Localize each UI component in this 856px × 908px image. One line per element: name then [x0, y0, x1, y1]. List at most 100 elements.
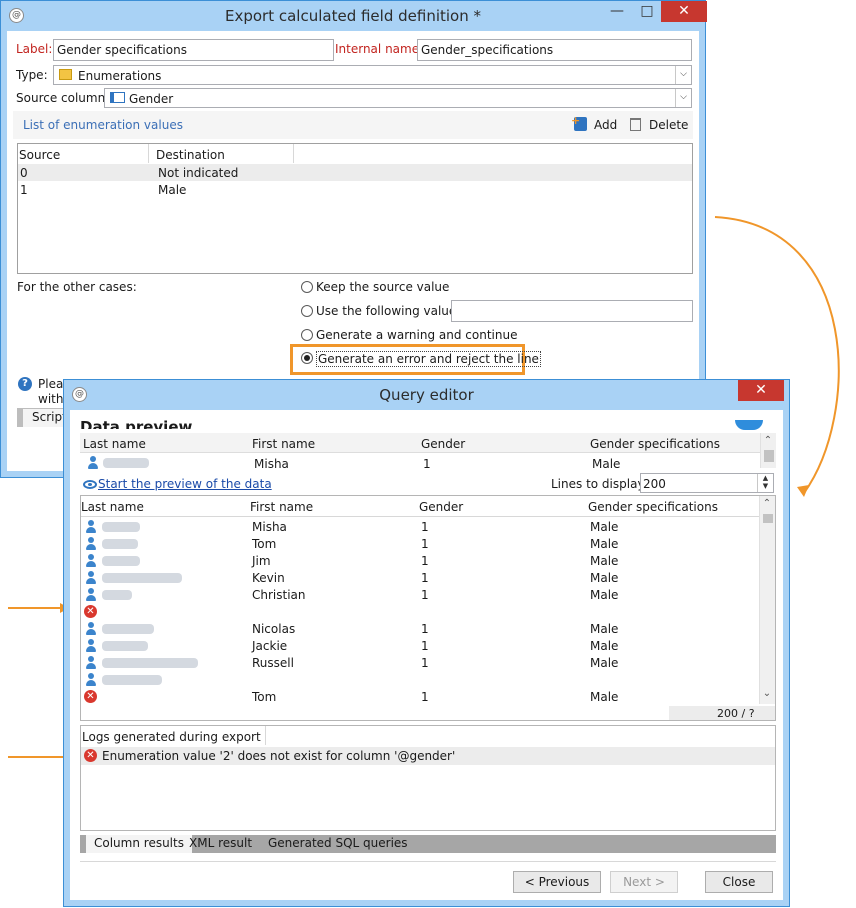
user-icon — [85, 554, 97, 568]
table-row[interactable]: Jackie 1 Male — [81, 637, 759, 654]
gender-spec-cell: Male — [590, 571, 619, 585]
source-column-value: Gender — [129, 92, 174, 106]
spinner-icon[interactable]: ▲ ▼ — [757, 474, 773, 492]
delete-button[interactable]: Delete — [629, 117, 689, 135]
query-title-bar[interactable]: @ Query editor ✕ — [64, 380, 789, 410]
col-gender-spec[interactable]: Gender specifications — [588, 500, 718, 514]
first-name-cell: Kevin — [252, 571, 285, 585]
close-icon[interactable]: ✕ — [738, 380, 784, 401]
footer-divider — [80, 861, 776, 862]
log-row[interactable]: ✕ Enumeration value '2' does not exist f… — [81, 747, 775, 765]
user-icon — [85, 656, 97, 670]
query-client-area: Data preview Last name First name Gender… — [70, 410, 783, 900]
enum-col-source[interactable]: Source — [19, 148, 60, 162]
table-row[interactable]: 1 Male — [18, 181, 692, 198]
table-row[interactable]: Tom 1 Male — [81, 535, 759, 552]
start-preview-link[interactable]: Start the preview of the data — [98, 477, 272, 491]
top-scrollbar[interactable]: ⌃ — [760, 433, 776, 468]
previous-button[interactable]: < Previous — [513, 871, 601, 893]
error-icon: ✕ — [84, 605, 97, 618]
radio-use-value[interactable] — [301, 305, 313, 317]
results-scrollbar[interactable]: ⌃ ⌄ — [759, 496, 775, 704]
gender-spec-cell: Male — [590, 622, 619, 636]
table-row[interactable]: Nicolas 1 Male — [81, 620, 759, 637]
user-icon — [85, 673, 97, 687]
trash-icon — [630, 118, 641, 131]
type-dropdown[interactable]: Enumerations ⌵ — [53, 65, 692, 85]
blurred-last-name — [102, 556, 140, 566]
info-text-line2: with — [38, 392, 64, 406]
blurred-last-name — [102, 522, 140, 532]
error-row-pointer-arrow — [8, 603, 69, 613]
gender-spec-cell: Male — [590, 520, 619, 534]
data-preview-heading: Data preview — [80, 418, 193, 429]
blurred-last-name — [102, 675, 162, 685]
source-column-dropdown[interactable]: Gender ⌵ — [104, 88, 692, 108]
logs-panel: Logs generated during export ✕ Enumerati… — [80, 725, 776, 831]
table-row[interactable]: ✕ — [81, 603, 759, 620]
maximize-icon[interactable]: □ — [633, 1, 661, 22]
gender-spec-cell: Male — [590, 554, 619, 568]
chevron-down-icon[interactable]: ⌵ — [675, 89, 691, 107]
scroll-up-icon[interactable]: ⌃ — [761, 435, 775, 446]
table-row[interactable]: Jim 1 Male — [81, 552, 759, 569]
col-gender[interactable]: Gender — [419, 500, 463, 514]
table-row[interactable]: Russell 1 Male — [81, 654, 759, 671]
tab-generated-sql[interactable]: Generated SQL queries — [260, 835, 416, 853]
blurred-last-name — [103, 458, 149, 468]
label-caption: Label: — [16, 42, 53, 56]
scroll-thumb[interactable] — [763, 514, 773, 523]
table-row[interactable]: Misha 1 Male — [81, 518, 759, 535]
type-caption: Type: — [16, 68, 48, 82]
table-row[interactable] — [81, 671, 759, 688]
table-row[interactable]: Kevin 1 Male — [81, 569, 759, 586]
lines-to-display-input[interactable]: 200 ▲ ▼ — [640, 473, 774, 493]
type-value: Enumerations — [78, 69, 162, 83]
scroll-up-icon[interactable]: ⌃ — [760, 498, 774, 509]
radio-keep-source[interactable] — [301, 281, 313, 293]
radio-warning[interactable] — [301, 329, 313, 341]
user-icon — [87, 456, 99, 470]
top-col-gender-spec[interactable]: Gender specifications — [590, 437, 720, 451]
chevron-down-icon[interactable]: ⌵ — [675, 66, 691, 84]
gender-spec-cell: Male — [590, 656, 619, 670]
top-col-first-name[interactable]: First name — [252, 437, 315, 451]
query-editor-window: @ Query editor ✕ Data preview Last name … — [63, 379, 790, 907]
close-button[interactable]: Close — [705, 871, 773, 893]
minimize-icon[interactable]: — — [603, 1, 631, 22]
user-icon — [85, 520, 97, 534]
next-button[interactable]: Next > — [610, 871, 678, 893]
first-name-cell: Christian — [252, 588, 306, 602]
enumeration-icon — [59, 69, 72, 80]
tab-xml-result[interactable]: XML result — [181, 835, 260, 853]
blurred-last-name — [102, 624, 154, 634]
col-last-name[interactable]: Last name — [81, 500, 144, 514]
top-col-last-name[interactable]: Last name — [83, 437, 146, 451]
log-message: Enumeration value '2' does not exist for… — [102, 749, 456, 763]
gender-spec-cell: Male — [590, 537, 619, 551]
enum-col-destination[interactable]: Destination — [156, 148, 225, 162]
table-row[interactable]: 0 Not indicated — [18, 164, 692, 181]
radio-error-reject-label: Generate an error and reject the line — [316, 351, 541, 367]
enum-table[interactable]: Source Destination 0 Not indicated 1 Mal… — [17, 143, 693, 274]
top-col-gender[interactable]: Gender — [421, 437, 465, 451]
radio-error-reject[interactable] — [301, 352, 313, 364]
internal-name-caption: Internal name: — [335, 42, 424, 56]
internal-name-input[interactable]: Gender_specifications — [417, 39, 692, 61]
following-value-input[interactable] — [451, 300, 693, 322]
scroll-down-icon[interactable]: ⌄ — [760, 688, 774, 699]
collapse-icon[interactable] — [735, 420, 763, 430]
enum-source-cell: 1 — [20, 183, 28, 197]
tab-column-results[interactable]: Column results — [86, 835, 192, 853]
add-label: Add — [594, 118, 618, 132]
scroll-thumb[interactable] — [764, 450, 774, 462]
table-row[interactable]: Christian 1 Male — [81, 586, 759, 603]
label-input[interactable]: Gender specifications — [53, 39, 334, 61]
table-row[interactable]: ✕ Tom 1 Male — [81, 688, 759, 705]
radio-warning-label: Generate a warning and continue — [316, 328, 518, 342]
gender-cell: 1 — [421, 588, 429, 602]
col-first-name[interactable]: First name — [250, 500, 313, 514]
close-icon[interactable]: ✕ — [661, 1, 707, 22]
user-icon — [85, 622, 97, 636]
export-title-bar[interactable]: @ Export calculated field definition * —… — [1, 1, 707, 31]
